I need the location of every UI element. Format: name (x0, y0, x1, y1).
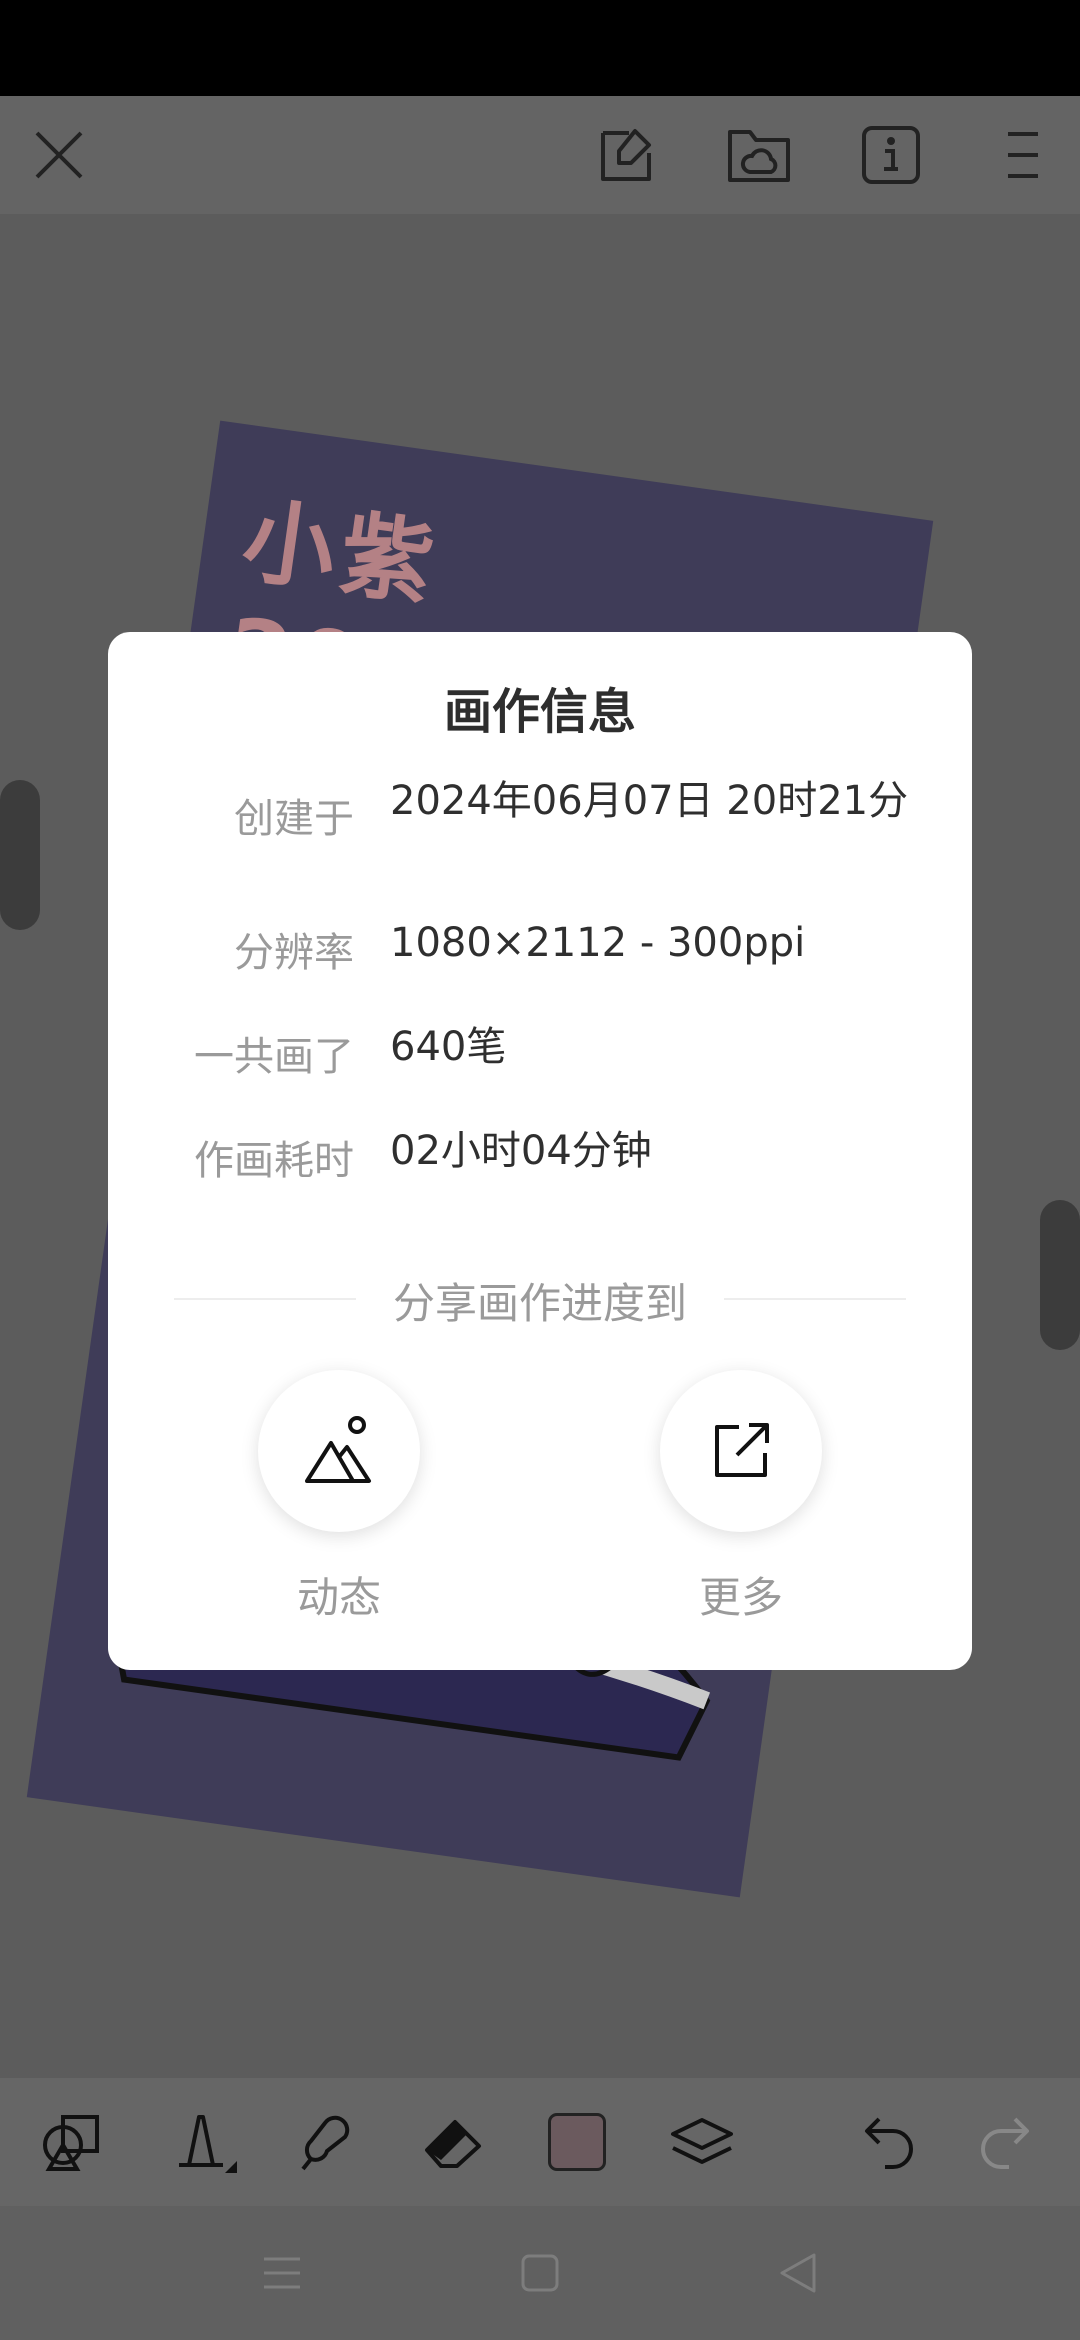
system-nav-bar (0, 2206, 1080, 2340)
shapes-icon[interactable] (36, 2078, 112, 2206)
right-side-handle[interactable] (1040, 1200, 1080, 1350)
info-label: 一共画了 (194, 1034, 354, 1080)
recents-icon[interactable] (256, 2206, 308, 2340)
info-value: 02小时04分钟 (390, 1128, 652, 1174)
layers-icon[interactable] (664, 2078, 740, 2206)
artwork-info-dialog: 画作信息 创建于 2024年06月07日 20时21分 分辨率 1080×211… (108, 632, 972, 1670)
mountain-icon (305, 1416, 371, 1483)
color-swatch (548, 2113, 606, 2171)
share-more-label[interactable]: 更多 (631, 1564, 851, 1625)
info-label: 作画耗时 (194, 1138, 354, 1184)
share-label: 分享画作进度到 (392, 1279, 687, 1328)
info-label: 分辨率 (234, 930, 354, 976)
external-link-icon (715, 1423, 769, 1477)
share-more-button[interactable] (660, 1370, 822, 1532)
info-value: 640笔 (390, 1024, 507, 1070)
share-moments-button[interactable] (258, 1370, 420, 1532)
info-icon[interactable] (854, 96, 928, 214)
cloud-folder-icon[interactable] (722, 96, 796, 214)
dialog-title: 画作信息 (443, 684, 636, 740)
edit-note-icon[interactable] (590, 96, 664, 214)
left-side-handle[interactable] (0, 780, 40, 930)
back-icon[interactable] (776, 2206, 820, 2340)
info-label: 创建于 (234, 796, 354, 842)
eraser-icon[interactable] (416, 2078, 492, 2206)
info-value: 1080×2112 - 300ppi (390, 920, 806, 966)
status-bar (0, 0, 1080, 96)
info-value: 2024年06月07日 20时21分 (390, 778, 909, 824)
color-swatch-button[interactable] (544, 2078, 610, 2206)
smudge-icon[interactable] (290, 2078, 366, 2206)
home-icon[interactable] (518, 2206, 562, 2340)
top-bar (0, 96, 1080, 214)
undo-icon[interactable] (852, 2078, 928, 2206)
share-moments-label[interactable]: 动态 (229, 1564, 449, 1625)
bottom-toolbar (0, 2078, 1080, 2206)
close-icon[interactable] (24, 96, 94, 214)
menu-icon[interactable] (1000, 96, 1046, 214)
redo-icon[interactable] (966, 2078, 1042, 2206)
brush-icon[interactable] (166, 2078, 242, 2206)
